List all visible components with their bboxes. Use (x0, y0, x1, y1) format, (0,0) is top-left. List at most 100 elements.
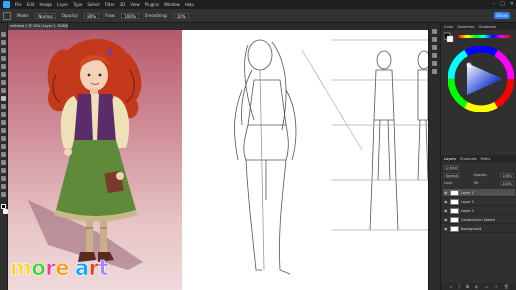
tools-panel (0, 23, 8, 290)
menu-edit[interactable]: Edit (27, 0, 35, 9)
tab-color[interactable]: Color (444, 25, 453, 29)
clone-stamp-tool-icon[interactable] (1, 104, 6, 109)
watermark-letter: r (88, 256, 99, 281)
layer-row-layer-3[interactable]: ◉ Layer 3 (443, 198, 515, 206)
smoothing-label: Smoothing: (144, 13, 168, 18)
color-wheel-graphic[interactable] (447, 45, 515, 113)
layer-thumbnail (450, 216, 459, 223)
menu-layer[interactable]: Layer (57, 0, 68, 9)
gradient-tool-icon[interactable] (1, 128, 6, 133)
eyedropper-tool-icon[interactable] (1, 80, 6, 85)
menu-type[interactable]: Type (73, 0, 82, 9)
visibility-eye-icon[interactable]: ◉ (444, 208, 448, 213)
path-select-tool-icon[interactable] (1, 168, 6, 173)
document-canvas[interactable]: more art (8, 30, 428, 290)
brushes-panel-icon[interactable] (432, 45, 437, 50)
menu-3d[interactable]: 3D (120, 0, 126, 9)
menu-select[interactable]: Select (87, 0, 99, 9)
folder-icon[interactable]: ▭ (485, 284, 489, 289)
lock-label: Lock: (444, 181, 453, 185)
properties-panel-icon[interactable] (432, 37, 437, 42)
menu-image[interactable]: Image (39, 0, 52, 9)
maximize-button[interactable]: □ (500, 0, 505, 9)
tab-swatches[interactable]: Swatches (457, 25, 474, 29)
minimize-button[interactable]: – (493, 0, 496, 9)
opacity-field[interactable]: 80% (84, 12, 100, 19)
brush-tool-icon[interactable] (1, 96, 6, 101)
document-tab[interactable]: redhead 1 @ 33% (Layer 1, RGB/8) × (8, 23, 68, 30)
menu-bar: File Edit Image Layer Type Select Filter… (0, 0, 516, 9)
shape-tool-icon[interactable] (1, 176, 6, 181)
layer-name: Construction Sketch (461, 217, 496, 222)
crop-tool-icon[interactable] (1, 64, 6, 69)
color-wheel[interactable] (447, 45, 515, 113)
frame-tool-icon[interactable] (1, 72, 6, 77)
new-layer-icon[interactable]: + (494, 284, 497, 289)
character-panel-icon[interactable] (432, 61, 437, 66)
mode-select[interactable]: Normal (35, 12, 56, 19)
pen-tool-icon[interactable] (1, 152, 6, 157)
layer-thumbnail (450, 207, 459, 214)
watermark-letter: o (31, 256, 46, 281)
adjustment-icon[interactable]: ◐ (475, 284, 479, 289)
visibility-eye-icon[interactable]: ◉ (444, 199, 448, 204)
fx-icon[interactable]: ƒ (459, 284, 460, 289)
layer-row-construction-sketch[interactable]: ◉ Construction Sketch (443, 216, 515, 224)
quick-select-tool-icon[interactable] (1, 56, 6, 61)
history-panel-icon[interactable] (432, 29, 437, 34)
background-swatch (446, 35, 454, 42)
link-icon[interactable]: ∞ (449, 284, 452, 289)
close-button[interactable]: ✕ (510, 0, 514, 9)
tab-gradients[interactable]: Gradients (479, 25, 497, 29)
menu-file[interactable]: File (15, 0, 22, 9)
flow-field[interactable]: 100% (121, 12, 139, 19)
photoshop-window: File Edit Image Layer Type Select Filter… (0, 0, 516, 290)
redhead-girl-illustration (28, 38, 143, 270)
marquee-tool-icon[interactable] (1, 40, 6, 45)
blend-mode-select[interactable]: Normal (444, 172, 461, 178)
mask-icon[interactable]: ◘ (466, 284, 469, 289)
layer-row-layer-1[interactable]: ◉ Layer 1 (443, 189, 515, 197)
construction-sketch (234, 39, 428, 275)
visibility-eye-icon[interactable]: ◉ (444, 217, 448, 222)
window-controls: – □ ✕ (493, 0, 514, 9)
opacity-label: Opacity: (61, 13, 79, 18)
watermark-letter: e (55, 256, 70, 281)
color-panel-tabs: Color Swatches Gradients (441, 23, 516, 30)
tab-channels[interactable]: Channels (460, 157, 477, 161)
layer-thumbnail (450, 225, 459, 232)
menu-plugins[interactable]: Plugins (145, 0, 159, 9)
fill-field[interactable]: 100% (500, 180, 514, 186)
menu-help[interactable]: Help (185, 0, 194, 9)
visibility-eye-icon[interactable]: ◉ (444, 226, 448, 231)
hand-tool-icon[interactable] (1, 184, 6, 189)
layers-panel-tabs: Layers Channels Paths (441, 155, 516, 162)
menu-view[interactable]: View (130, 0, 140, 9)
type-tool-icon[interactable] (1, 160, 6, 165)
share-button[interactable]: Share (494, 12, 510, 19)
smoothing-field[interactable]: 10% (173, 12, 189, 19)
trash-icon[interactable]: 🗑 (504, 284, 509, 289)
adjustments-panel-icon[interactable] (432, 53, 437, 58)
paragraph-panel-icon[interactable] (432, 69, 437, 74)
lasso-tool-icon[interactable] (1, 48, 6, 53)
eraser-tool-icon[interactable] (1, 120, 6, 125)
tab-layers[interactable]: Layers (444, 157, 456, 161)
layer-kind-filter[interactable]: Q Kind (444, 164, 460, 170)
tab-paths[interactable]: Paths (481, 157, 491, 161)
move-tool-icon[interactable] (1, 32, 6, 37)
blur-tool-icon[interactable] (1, 136, 6, 141)
history-brush-tool-icon[interactable] (1, 112, 6, 117)
menu-filter[interactable]: Filter (105, 0, 115, 9)
zoom-tool-icon[interactable] (1, 192, 6, 197)
dodge-tool-icon[interactable] (1, 144, 6, 149)
visibility-eye-icon[interactable]: ◉ (444, 190, 448, 195)
right-panel-dock: Color Swatches Gradients Layers Channels… (440, 23, 516, 290)
brush-preset-icon[interactable] (3, 11, 11, 20)
layer-thumbnail (450, 189, 459, 196)
layer-opacity-field[interactable]: 100% (500, 172, 514, 178)
menu-window[interactable]: Window (164, 0, 180, 9)
healing-tool-icon[interactable] (1, 88, 6, 93)
layer-row-background[interactable]: ◉ Background (443, 225, 515, 233)
layer-row-layer-2[interactable]: ◉ Layer 2 (443, 207, 515, 215)
